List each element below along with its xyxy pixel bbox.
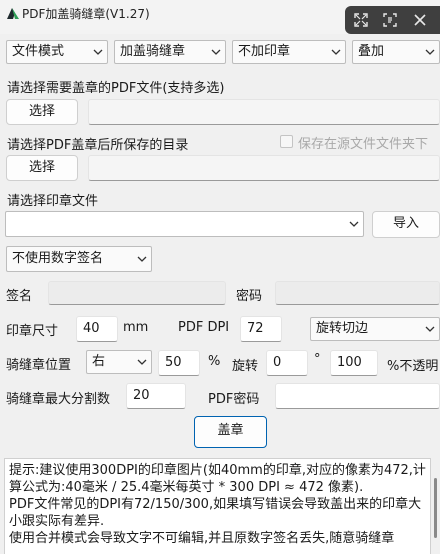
- chevron-down-icon: [425, 47, 435, 57]
- window-overlay-toolbar: [345, 6, 440, 34]
- save-in-source-checkbox[interactable]: [280, 135, 293, 148]
- mode-select-value: 文件模式: [12, 44, 65, 59]
- output-dir-label: 请选择PDF盖章后所保存的目录: [7, 138, 189, 153]
- chevron-down-icon: [211, 47, 221, 57]
- chevron-down-icon: [425, 324, 435, 334]
- close-icon[interactable]: [412, 12, 428, 28]
- stamp-type-select[interactable]: 加盖骑缝章: [114, 40, 226, 64]
- pdf-path-field[interactable]: [88, 99, 440, 125]
- chevron-down-icon: [93, 47, 103, 57]
- seal-size-field[interactable]: 40: [76, 316, 118, 342]
- seam-side-select-value: 右: [92, 354, 106, 369]
- signature-name-field[interactable]: [48, 281, 226, 305]
- rotate-label: 旋转: [232, 359, 259, 374]
- fullscreen-icon[interactable]: [353, 12, 369, 28]
- digital-signature-select[interactable]: 不使用数字签名: [6, 246, 152, 272]
- seam-side-select[interactable]: 右: [86, 350, 152, 374]
- seal-file-label: 请选择印章文件: [7, 194, 99, 209]
- rotation-mode-select[interactable]: 旋转切边: [310, 317, 440, 341]
- overlay-mode-select[interactable]: 叠加: [352, 40, 440, 64]
- output-path-field[interactable]: [88, 155, 440, 181]
- signature-password-label: 密码: [236, 289, 263, 304]
- degree-unit: °: [314, 352, 321, 367]
- seal-file-select[interactable]: [5, 211, 364, 237]
- max-split-field[interactable]: 20: [126, 383, 186, 409]
- stamp-button[interactable]: 盖章: [194, 416, 267, 448]
- seal-option-select-value: 不加印章: [238, 44, 291, 59]
- chevron-down-icon: [349, 219, 359, 229]
- overlay-mode-select-value: 叠加: [358, 44, 385, 59]
- digital-signature-select-value: 不使用数字签名: [12, 251, 104, 266]
- tips-scrollbar-thumb[interactable]: [434, 478, 437, 538]
- tips-text-area: 提示:建议使用300DPI的印章图片(如40mm的印章,对应的像素为472,计算…: [4, 458, 431, 554]
- pdf-dpi-field[interactable]: 72: [240, 316, 282, 342]
- mode-select[interactable]: 文件模式: [6, 40, 108, 64]
- seam-percent-field[interactable]: 50: [158, 350, 200, 376]
- stamp-type-select-value: 加盖骑缝章: [120, 44, 186, 59]
- tips-scrollbar[interactable]: [431, 458, 440, 554]
- seal-size-unit: mm: [123, 320, 149, 335]
- rotation-mode-select-value: 旋转切边: [316, 321, 369, 336]
- capture-icon[interactable]: [382, 12, 398, 28]
- chevron-down-icon: [137, 254, 147, 264]
- pdf-dpi-label: PDF DPI: [178, 320, 230, 335]
- select-output-dir-button[interactable]: 选择: [6, 155, 78, 181]
- seal-option-select[interactable]: 不加印章: [232, 40, 346, 64]
- tip-paragraph: 提示:建议使用300DPI的印章图片(如40mm的印章,对应的像素为472,计算…: [9, 463, 426, 495]
- pdf-files-label: 请选择需要盖章的PDF文件(支持多选): [7, 81, 225, 96]
- pdf-password-field[interactable]: [275, 383, 440, 409]
- signature-password-field[interactable]: [275, 281, 440, 305]
- max-split-label: 骑缝章最大分割数: [6, 392, 111, 407]
- title-bar: PDF加盖骑缝章(V1.27): [0, 0, 440, 34]
- app-logo-icon: [6, 6, 20, 20]
- chevron-down-icon: [137, 357, 147, 367]
- select-pdf-button[interactable]: 选择: [6, 99, 78, 125]
- rotate-field[interactable]: 0: [266, 350, 308, 376]
- seal-size-label: 印章尺寸: [6, 324, 59, 339]
- opacity-label: %不透明: [387, 359, 439, 374]
- import-seal-button[interactable]: 导入: [372, 211, 440, 238]
- save-in-source-label: 保存在源文件文件夹下: [298, 137, 429, 152]
- tip-paragraph: PDF文件常见的DPI有72/150/300,如果填写错误会导致盖出来的印章大小…: [9, 497, 422, 529]
- tip-paragraph: 使用合并模式会导致文字不可编辑,并且原数字签名丢失,随意骑缝章: [9, 531, 395, 546]
- chevron-down-icon: [331, 47, 341, 57]
- seam-position-label: 骑缝章位置: [6, 358, 72, 373]
- signature-name-label: 签名: [6, 289, 33, 304]
- seam-percent-unit: %: [208, 354, 221, 369]
- window-title: PDF加盖骑缝章(V1.27): [22, 7, 150, 21]
- opacity-field[interactable]: 100: [330, 350, 378, 376]
- pdf-password-label: PDF密码: [208, 392, 260, 407]
